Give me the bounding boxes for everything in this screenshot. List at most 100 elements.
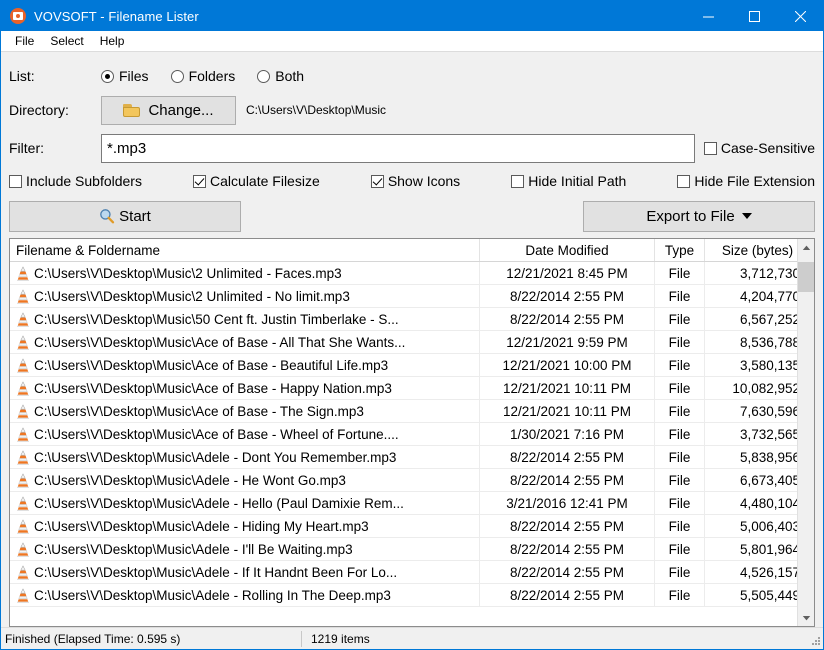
cell-date-modified: 12/21/2021 9:59 PM	[480, 331, 655, 353]
status-text: Finished (Elapsed Time: 0.595 s)	[1, 632, 301, 646]
cell-filename: C:\Users\V\Desktop\Music\Adele - Dont Yo…	[10, 446, 480, 468]
radio-both-label: Both	[275, 68, 304, 84]
export-to-file-button[interactable]: Export to File	[583, 201, 815, 232]
vertical-scrollbar[interactable]	[797, 239, 814, 626]
checkbox-hide-file-extension[interactable]: Hide File Extension	[677, 173, 815, 189]
cell-date-modified: 8/22/2014 2:55 PM	[480, 285, 655, 307]
hide-file-extension-label: Hide File Extension	[694, 173, 815, 189]
table-row[interactable]: C:\Users\V\Desktop\Music\Ace of Base - T…	[10, 400, 814, 423]
directory-label: Directory:	[9, 102, 101, 118]
vlc-cone-icon	[16, 289, 30, 304]
table-row[interactable]: C:\Users\V\Desktop\Music\Adele - If It H…	[10, 561, 814, 584]
resize-grip[interactable]	[809, 635, 821, 647]
start-button[interactable]: Start	[9, 201, 241, 232]
directory-path: C:\Users\V\Desktop\Music	[246, 103, 386, 117]
table-row[interactable]: C:\Users\V\Desktop\Music\2 Unlimited - N…	[10, 285, 814, 308]
filename-text: C:\Users\V\Desktop\Music\50 Cent ft. Jus…	[34, 312, 399, 327]
filename-text: C:\Users\V\Desktop\Music\Ace of Base - A…	[34, 335, 405, 350]
minimize-button[interactable]	[685, 1, 731, 31]
cell-type: File	[655, 262, 705, 284]
scroll-up-icon[interactable]	[798, 239, 815, 256]
cell-filename: C:\Users\V\Desktop\Music\2 Unlimited - N…	[10, 285, 480, 307]
menu-item-file[interactable]: File	[7, 32, 42, 50]
file-list-view[interactable]: Filename & Foldername Date Modified Type…	[9, 238, 815, 627]
table-row[interactable]: C:\Users\V\Desktop\Music\Ace of Base - A…	[10, 331, 814, 354]
filename-text: C:\Users\V\Desktop\Music\Adele - Dont Yo…	[34, 450, 396, 465]
checkbox-show-icons[interactable]: Show Icons	[371, 173, 460, 189]
cell-size: 5,006,403	[705, 515, 810, 537]
radio-files[interactable]: Files	[101, 68, 149, 84]
column-header-size[interactable]: Size (bytes)	[705, 239, 810, 261]
radio-folders[interactable]: Folders	[171, 68, 236, 84]
vlc-cone-icon	[16, 427, 30, 442]
radio-folders-indicator	[171, 70, 184, 83]
maximize-button[interactable]	[731, 1, 777, 31]
cell-date-modified: 12/21/2021 10:00 PM	[480, 354, 655, 376]
list-header: Filename & Foldername Date Modified Type…	[10, 239, 814, 262]
cell-filename: C:\Users\V\Desktop\Music\Adele - Hello (…	[10, 492, 480, 514]
table-row[interactable]: C:\Users\V\Desktop\Music\Adele - He Wont…	[10, 469, 814, 492]
column-header-type[interactable]: Type	[655, 239, 705, 261]
table-row[interactable]: C:\Users\V\Desktop\Music\Adele - Hello (…	[10, 492, 814, 515]
vlc-cone-icon	[16, 450, 30, 465]
checkbox-calculate-filesize[interactable]: Calculate Filesize	[193, 173, 320, 189]
checkbox-include-subfolders[interactable]: Include Subfolders	[9, 173, 142, 189]
cell-filename: C:\Users\V\Desktop\Music\Ace of Base - H…	[10, 377, 480, 399]
table-row[interactable]: C:\Users\V\Desktop\Music\50 Cent ft. Jus…	[10, 308, 814, 331]
cell-size: 4,480,104	[705, 492, 810, 514]
cell-size: 8,536,788	[705, 331, 810, 353]
filename-text: C:\Users\V\Desktop\Music\Adele - He Wont…	[34, 473, 346, 488]
list-mode-row: List: Files Folders Both	[9, 60, 815, 92]
table-row[interactable]: C:\Users\V\Desktop\Music\Ace of Base - H…	[10, 377, 814, 400]
checkbox-hide-initial-path[interactable]: Hide Initial Path	[511, 173, 626, 189]
directory-row: Directory: Change... C:\Users\V\Desktop\…	[9, 92, 815, 128]
scrollbar-thumb[interactable]	[798, 262, 815, 292]
export-button-label: Export to File	[646, 208, 734, 225]
table-row[interactable]: C:\Users\V\Desktop\Music\Ace of Base - B…	[10, 354, 814, 377]
vlc-cone-icon	[16, 473, 30, 488]
cell-date-modified: 8/22/2014 2:55 PM	[480, 515, 655, 537]
cell-size: 7,630,596	[705, 400, 810, 422]
cell-filename: C:\Users\V\Desktop\Music\Adele - I'll Be…	[10, 538, 480, 560]
change-directory-button[interactable]: Change...	[101, 96, 236, 125]
cell-filename: C:\Users\V\Desktop\Music\Adele - He Wont…	[10, 469, 480, 491]
cell-date-modified: 12/21/2021 10:11 PM	[480, 377, 655, 399]
cell-filename: C:\Users\V\Desktop\Music\Ace of Base - A…	[10, 331, 480, 353]
filter-row: Filter: Case-Sensitive	[9, 130, 815, 166]
case-sensitive-checkbox[interactable]: Case-Sensitive	[704, 140, 815, 156]
filename-text: C:\Users\V\Desktop\Music\Adele - Hello (…	[34, 496, 404, 511]
filter-input[interactable]	[101, 134, 695, 163]
vlc-cone-icon	[16, 404, 30, 419]
cell-type: File	[655, 584, 705, 606]
scroll-down-icon[interactable]	[798, 609, 815, 626]
cell-date-modified: 12/21/2021 10:11 PM	[480, 400, 655, 422]
window-title: VOVSOFT - Filename Lister	[34, 9, 199, 24]
scrollbar-track[interactable]	[798, 256, 815, 609]
radio-both[interactable]: Both	[257, 68, 304, 84]
cell-size: 6,673,405	[705, 469, 810, 491]
column-header-filename[interactable]: Filename & Foldername	[10, 239, 480, 261]
calculate-filesize-label: Calculate Filesize	[210, 173, 320, 189]
filename-text: C:\Users\V\Desktop\Music\Ace of Base - H…	[34, 381, 392, 396]
table-row[interactable]: C:\Users\V\Desktop\Music\2 Unlimited - F…	[10, 262, 814, 285]
table-row[interactable]: C:\Users\V\Desktop\Music\Adele - Rolling…	[10, 584, 814, 607]
menu-item-help[interactable]: Help	[92, 32, 133, 50]
filename-text: C:\Users\V\Desktop\Music\Ace of Base - T…	[34, 404, 364, 419]
cell-filename: C:\Users\V\Desktop\Music\Ace of Base - T…	[10, 400, 480, 422]
hide-initial-path-indicator	[511, 175, 524, 188]
cell-type: File	[655, 561, 705, 583]
menu-item-select[interactable]: Select	[42, 32, 91, 50]
table-row[interactable]: C:\Users\V\Desktop\Music\Adele - I'll Be…	[10, 538, 814, 561]
column-header-date-modified[interactable]: Date Modified	[480, 239, 655, 261]
table-row[interactable]: C:\Users\V\Desktop\Music\Adele - Hiding …	[10, 515, 814, 538]
vlc-cone-icon	[16, 335, 30, 350]
cell-size: 5,838,956	[705, 446, 810, 468]
cell-size: 5,505,449	[705, 584, 810, 606]
cell-date-modified: 1/30/2021 7:16 PM	[480, 423, 655, 445]
filename-text: C:\Users\V\Desktop\Music\2 Unlimited - F…	[34, 266, 342, 281]
close-button[interactable]	[777, 1, 823, 31]
table-row[interactable]: C:\Users\V\Desktop\Music\Ace of Base - W…	[10, 423, 814, 446]
table-row[interactable]: C:\Users\V\Desktop\Music\Adele - Dont Yo…	[10, 446, 814, 469]
list-label: List:	[9, 68, 101, 84]
cell-type: File	[655, 469, 705, 491]
